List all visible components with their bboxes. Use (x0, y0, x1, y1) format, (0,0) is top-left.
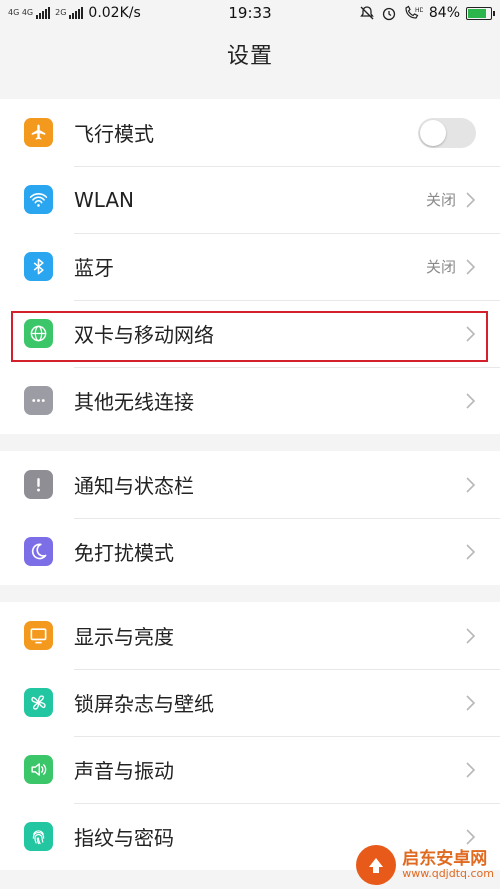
globe-icon (24, 319, 53, 348)
settings-item-label: 声音与振动 (74, 759, 174, 783)
airplane-icon (24, 118, 53, 147)
settings-item-airplane[interactable]: 飞行模式 (0, 99, 500, 166)
settings-item-wifi[interactable]: WLAN 关闭 (0, 166, 500, 233)
network-speed: 0.02K/s (88, 5, 141, 21)
settings-item-exclamation[interactable]: 通知与状态栏 (0, 451, 500, 518)
page-title: 设置 (226, 44, 273, 69)
chevron-right-icon (466, 694, 476, 711)
status-bar: 4G 4G 2G 0.02K/s 19:33 HD 84% (0, 0, 500, 26)
network-type-label: 4G 4G (8, 8, 34, 17)
settings-item-speaker[interactable]: 声音与振动 (0, 736, 500, 803)
settings-section: 飞行模式 WLAN 关闭 蓝牙 关闭 双卡与移动网络 其他无线连接 (0, 99, 500, 434)
airplane-mode-toggle[interactable] (418, 117, 476, 148)
pinwheel-icon (24, 688, 53, 717)
more-dots-icon (24, 386, 53, 415)
watermark-logo-icon (356, 845, 397, 885)
settings-section: 显示与亮度 锁屏杂志与壁纸 声音与振动 指纹与密码 (0, 602, 500, 870)
status-bar-left: 4G 4G 2G 0.02K/s (8, 5, 141, 21)
fingerprint-icon (24, 822, 53, 851)
mute-icon (360, 6, 374, 20)
svg-text:HD: HD (415, 7, 423, 14)
settings-item-label: 飞行模式 (74, 122, 154, 146)
wifi-icon (24, 185, 53, 214)
watermark-url: www.qdjdtq.com (402, 867, 494, 881)
settings-item-more-dots[interactable]: 其他无线连接 (0, 367, 500, 434)
settings-item-value: 关闭 (425, 191, 456, 209)
watermark: 启东安卓网 www.qdjdtq.com (356, 845, 494, 885)
settings-item-monitor[interactable]: 显示与亮度 (0, 602, 500, 669)
chevron-right-icon (466, 325, 476, 342)
hd-call-icon: HD (405, 5, 423, 19)
signal-2-icon (69, 7, 84, 19)
network-type-2-label: 2G (55, 8, 67, 17)
settings-item-pinwheel[interactable]: 锁屏杂志与壁纸 (0, 669, 500, 736)
battery-percent: 84% (428, 5, 460, 21)
settings-item-label: WLAN (74, 187, 135, 212)
chevron-right-icon (466, 543, 476, 560)
chevron-right-icon (466, 627, 476, 644)
settings-item-label: 蓝牙 (74, 256, 114, 280)
chevron-right-icon (466, 258, 476, 275)
settings-item-label: 锁屏杂志与壁纸 (74, 692, 214, 716)
header: 设置 (0, 26, 500, 82)
settings-item-label: 其他无线连接 (74, 390, 194, 414)
chevron-right-icon (466, 761, 476, 778)
chevron-right-icon (466, 828, 476, 845)
settings-item-moon[interactable]: 免打扰模式 (0, 518, 500, 585)
bluetooth-icon (24, 252, 53, 281)
toggle-knob (420, 119, 446, 146)
settings-item-globe[interactable]: 双卡与移动网络 (0, 300, 500, 367)
chevron-right-icon (466, 191, 476, 208)
settings-item-label: 免打扰模式 (74, 541, 174, 565)
speaker-icon (24, 755, 53, 784)
battery-icon (466, 6, 495, 20)
settings-section: 通知与状态栏 免打扰模式 (0, 451, 500, 585)
settings-item-label: 显示与亮度 (74, 625, 174, 649)
monitor-icon (24, 621, 53, 650)
chevron-right-icon (466, 476, 476, 493)
signal-icon (36, 7, 51, 19)
status-bar-right: HD 84% (359, 5, 495, 21)
exclamation-icon (24, 470, 53, 499)
settings-item-label: 通知与状态栏 (74, 474, 194, 498)
settings-item-value: 关闭 (425, 258, 456, 276)
watermark-name: 启东安卓网 (402, 848, 488, 869)
settings-item-label: 双卡与移动网络 (74, 323, 214, 347)
status-time: 19:33 (228, 4, 272, 22)
alarm-icon (382, 7, 396, 21)
chevron-right-icon (466, 392, 476, 409)
moon-icon (24, 537, 53, 566)
settings-list: 飞行模式 WLAN 关闭 蓝牙 关闭 双卡与移动网络 其他无线连接 通知与状态栏 免打扰模式 显示… (0, 99, 500, 870)
settings-item-bluetooth[interactable]: 蓝牙 关闭 (0, 233, 500, 300)
